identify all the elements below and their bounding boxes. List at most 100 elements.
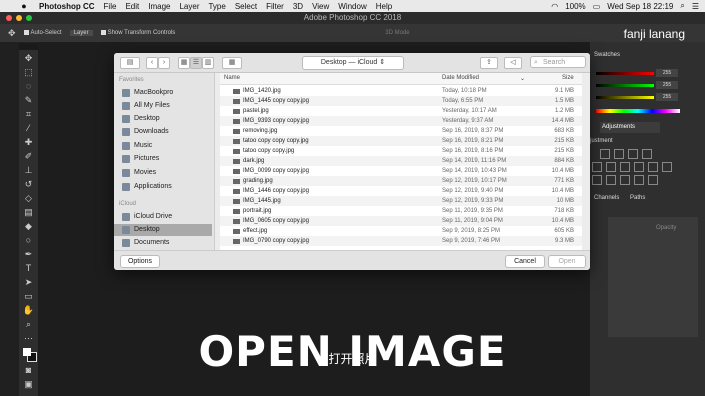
file-row[interactable]: IMG_0790 copy copy.jpg Sep 9, 2019, 7:46 … [220,236,582,246]
adjustment-icons-row1[interactable] [600,149,656,159]
menu-file[interactable]: File [104,2,117,11]
open-button[interactable]: Open [548,255,586,268]
file-row[interactable]: tatoo copy copy.jpg Sep 16, 2019, 8:16 PM… [220,146,582,156]
move-icon[interactable]: ✥ [23,52,35,64]
cancel-button[interactable]: Cancel [505,255,545,268]
location-popup[interactable]: Desktop — iCloud ⇕ [302,56,404,70]
file-row[interactable]: portrait.jpg Sep 11, 2019, 9:35 PM 718 KB [220,206,582,216]
menu-edit[interactable]: Edit [125,2,139,11]
menu-list-icon[interactable]: ☰ [692,2,699,11]
wifi-icon[interactable]: ◠ [551,2,558,11]
adjustment-icons-row3[interactable] [592,175,662,185]
file-row[interactable]: IMG_1420.jpg Today, 10:18 PM 9.1 MB [220,86,582,96]
crop-icon[interactable]: ⌗ [23,108,35,120]
blue-slider[interactable] [596,96,654,99]
menu-view[interactable]: View [312,2,329,11]
dodge-icon[interactable]: ○ [23,234,35,246]
brush-icon[interactable]: ✐ [23,150,35,162]
stamp-icon[interactable]: ⊥ [23,164,35,176]
type-icon[interactable]: T [23,262,35,274]
file-row[interactable]: pastel.jpg Yesterday, 10:17 AM 1.2 MB [220,106,582,116]
eyedropper-icon[interactable]: ⁄ [23,122,35,134]
auto-select-checkbox[interactable]: Auto-Select [23,29,62,36]
move-tool-icon[interactable]: ✥ [8,28,16,39]
paths-tab[interactable]: Paths [630,195,645,201]
history-brush-icon[interactable]: ↺ [23,178,35,190]
options-button[interactable]: Options [120,255,160,268]
blue-value[interactable]: 255 [656,93,678,101]
sidebar-item-icloud-desktop[interactable]: Desktop [114,224,212,236]
transform-controls-checkbox[interactable]: Show Transform Controls [100,29,175,36]
sidebar-item-pictures[interactable]: Pictures [122,153,214,165]
column-name[interactable]: Name [224,75,240,81]
file-row[interactable]: IMG_1446 copy copy.jpg Sep 12, 2019, 9:40… [220,186,582,196]
screen-mode-icon[interactable]: ▣ [23,378,35,390]
close-window-icon[interactable] [6,15,12,21]
file-row[interactable]: IMG_0099 copy copy.jpg Sep 14, 2019, 10:4… [220,166,582,176]
pen-icon[interactable]: ✒ [23,248,35,260]
gradient-icon[interactable]: ▤ [23,206,35,218]
forward-icon[interactable]: › [158,57,170,69]
adjustments-tab[interactable]: Adjustments [600,122,660,133]
back-icon[interactable]: ‹ [146,57,158,69]
icon-view-icon[interactable]: ▦ [178,57,190,69]
channels-tab[interactable]: Channels [594,195,619,201]
file-row[interactable]: dark.jpg Sep 14, 2019, 11:16 PM 884 KB [220,156,582,166]
column-size[interactable]: Size [562,75,574,81]
menu-3d[interactable]: 3D [293,2,303,11]
apple-icon[interactable]: ● [18,1,30,11]
sidebar-item-desktop[interactable]: Desktop [122,113,214,125]
tag-icon[interactable]: ◁ [504,57,522,69]
menu-window[interactable]: Window [338,2,366,11]
green-value[interactable]: 255 [656,81,678,89]
sidebar-item-icloud-drive[interactable]: iCloud Drive [122,211,214,223]
red-value[interactable]: 255 [656,69,678,77]
clock[interactable]: Wed Sep 18 22:19 [607,2,673,11]
menu-help[interactable]: Help [376,2,392,11]
swatches-tab[interactable]: Swatches [594,52,620,58]
menu-filter[interactable]: Filter [266,2,284,11]
lasso-icon[interactable]: ◌ [23,80,35,92]
file-row[interactable]: effect.jpg Sep 9, 2019, 8:25 PM 605 KB [220,226,582,236]
column-date-modified[interactable]: Date Modified [442,75,479,81]
menu-image[interactable]: Image [148,2,170,11]
eraser-icon[interactable]: ◇ [23,192,35,204]
sidebar-toggle-icon[interactable]: ▤ [120,57,140,69]
shape-icon[interactable]: ▭ [23,290,35,302]
path-select-icon[interactable]: ➤ [23,276,35,288]
menu-select[interactable]: Select [235,2,257,11]
search-icon[interactable]: ⌕ [680,1,684,11]
red-slider[interactable] [596,72,654,75]
file-row[interactable]: IMG_1445 copy copy.jpg Today, 6:55 PM 1.5 … [220,96,582,106]
file-row[interactable]: IMG_0605 copy copy.jpg Sep 11, 2019, 9:04… [220,216,582,226]
menu-app[interactable]: Photoshop CC [39,2,95,11]
sidebar-item-documents[interactable]: Documents [122,237,214,249]
file-row[interactable]: grading.jpg Sep 12, 2019, 10:17 PM 771 KB [220,176,582,186]
file-row[interactable]: tatoo copy copy copy.jpg Sep 16, 2019, 8:… [220,136,582,146]
list-view-icon[interactable]: ☰ [190,57,202,69]
color-ramp[interactable] [596,109,680,113]
battery-icon[interactable]: ▭ [593,2,601,11]
column-view-icon[interactable]: ▥ [202,57,214,69]
share-icon[interactable]: ⇪ [480,57,498,69]
healing-icon[interactable]: ✚ [23,136,35,148]
sidebar-item-downloads[interactable]: Downloads [122,126,214,138]
marquee-icon[interactable]: ⬚ [23,66,35,78]
file-row[interactable]: removing.jpg Sep 16, 2019, 8:37 PM 683 KB [220,126,582,136]
blur-icon[interactable]: ◆ [23,220,35,232]
search-input[interactable]: ⌕ Search [530,56,586,68]
menu-layer[interactable]: Layer [179,2,199,11]
layer-select[interactable]: Layer [69,30,93,36]
adjustment-icons-row2[interactable] [592,162,676,172]
sidebar-item-all-my-files[interactable]: All My Files [122,100,214,112]
file-row[interactable]: IMG_9393 copy copy.jpg Yesterday, 9:37 AM… [220,116,582,126]
sidebar-item-applications[interactable]: Applications [122,181,214,193]
group-icon[interactable]: ▦ [222,57,242,69]
sidebar-item-music[interactable]: Music [122,140,214,152]
zoom-window-icon[interactable] [26,15,32,21]
quick-select-icon[interactable]: ✎ [23,94,35,106]
green-slider[interactable] [596,84,654,87]
minimize-window-icon[interactable] [16,15,22,21]
hand-icon[interactable]: ✋ [23,304,35,316]
sidebar-item-macbookpro[interactable]: MacBookpro [122,87,214,99]
